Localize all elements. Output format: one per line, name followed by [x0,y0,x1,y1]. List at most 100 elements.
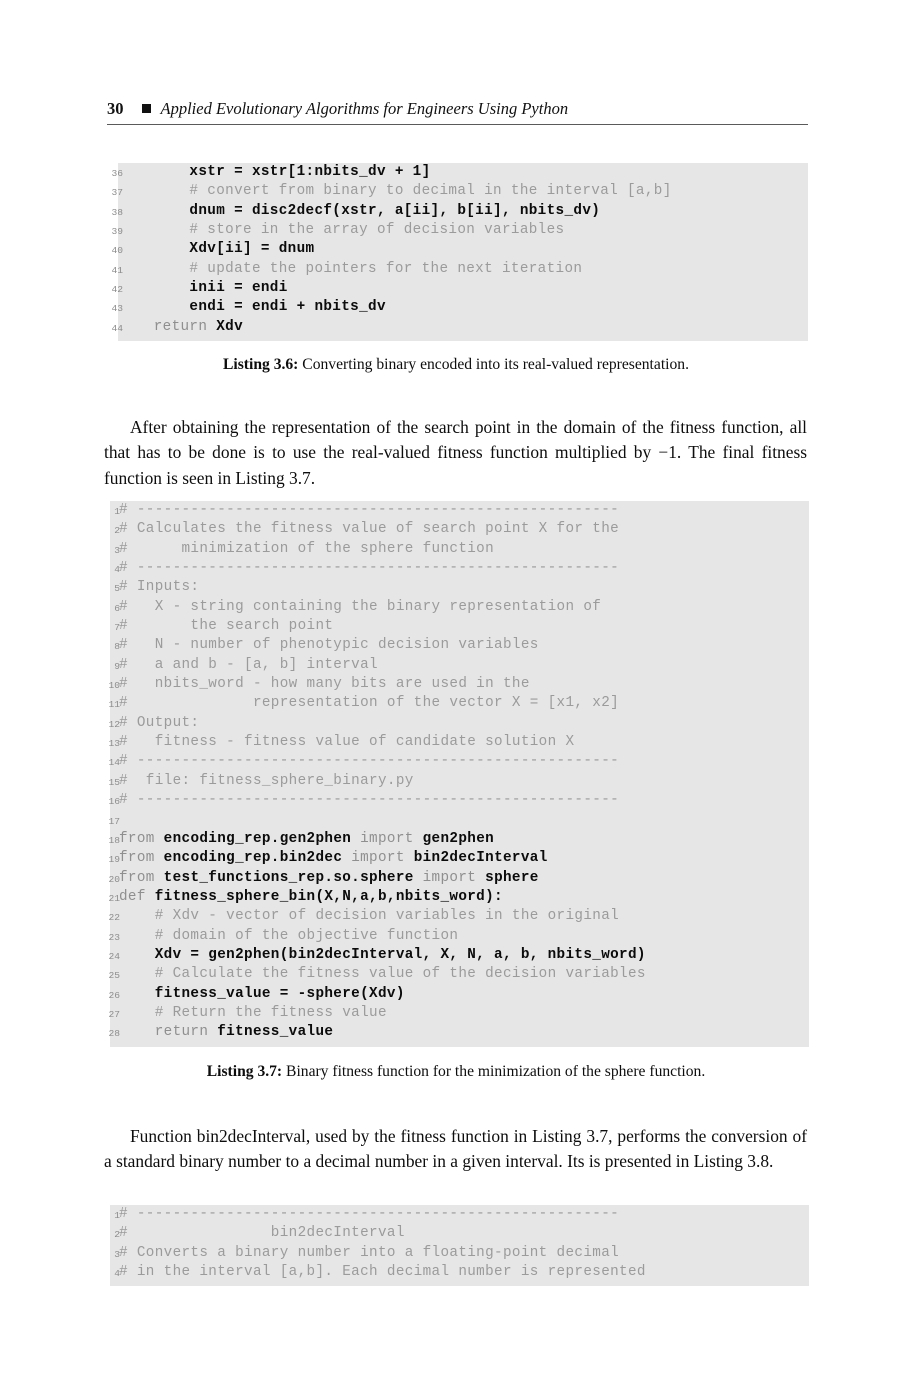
book-title: Applied Evolutionary Algorithms for Engi… [160,99,569,118]
line-number: 25 [108,970,120,982]
line-number: 24 [108,950,120,962]
page-number: 30 [107,99,124,118]
code-rows: 36 xstr = xstr[1:nbits_dv + 1] 37 # conve… [105,163,811,337]
line-number: 14 [108,757,120,769]
code-line: 4 # in the interval [a,b]. Each decimal n… [106,1263,812,1282]
code-line: 43 endi = endi + nbits_dv [105,298,811,317]
running-head: 30 Applied Evolutionary Algorithms for E… [107,99,807,125]
line-number: 22 [108,912,120,924]
code-token: gen2phen [422,830,495,847]
code-line: 1 # -------------------------------------… [106,1205,812,1224]
code-listing-3-6: 36 xstr = xstr[1:nbits_dv + 1] 37 # conve… [105,163,811,342]
code-line: 26 fitness_value = -sphere(Xdv) [106,985,812,1004]
code-line-text: # Xdv - vector of decision variables in … [119,907,619,926]
caption-listing-3-6: Listing 3.6: Converting binary encoded i… [104,356,808,374]
code-line: 5 # Inputs: [106,578,812,597]
code-line-text: from test_functions_rep.so.sphere import… [119,869,539,888]
code-keyword: import [360,830,423,847]
code-comment: # fitness - fitness value of candidate s… [119,734,575,751]
code-comment: # --------------------------------------… [119,560,620,577]
code-comment: # X - string containing the binary repre… [119,598,602,615]
line-number: 23 [108,931,120,943]
line-number: 9 [114,660,120,672]
code-comment: # in the interval [a,b]. Each decimal nu… [119,1264,646,1281]
line-number: 1 [114,506,120,517]
code-token: test_functions_rep.so.sphere [163,869,423,886]
code-line: 24 Xdv = gen2phen(bin2decInterval, X, N,… [106,946,812,965]
code-keyword: def [119,888,155,905]
code-token: encoding_rep.gen2phen [163,830,361,847]
caption-text: Converting binary encoded into its real-… [298,356,689,373]
code-keyword: import [351,850,414,867]
paragraph-after-listing-3-6: After obtaining the representation of th… [104,415,807,491]
code-line: 12 # Output: [106,714,812,733]
paragraph-after-listing-3-7: Function bin2decInterval, used by the fi… [104,1124,807,1175]
line-number: 12 [108,718,120,730]
code-comment: # a and b - [a, b] interval [119,656,378,673]
line-number: 4 [114,1268,120,1280]
code-line: 2 # bin2decInterval [106,1224,812,1243]
code-line-text: # file: fitness_sphere_binary.py [119,772,414,791]
paragraph-text: Function bin2decInterval, used by the fi… [104,1126,807,1172]
code-comment: # Calculates the fitness value of search… [119,521,620,538]
code-line-text: xstr = xstr[1:nbits_dv + 1] [118,163,431,182]
code-comment: # nbits_word - how many bits are used in… [119,676,530,693]
code-comment: # Return the fitness value [119,1004,387,1021]
code-token: sphere [485,869,539,886]
code-comment: # Output: [119,714,200,731]
code-line: 23 # domain of the objective function [106,927,812,946]
code-listing-3-7: 1 # -------------------------------------… [106,501,812,1047]
code-token: fitness_sphere_bin(X,N,a,b,nbits_word): [154,888,503,905]
line-number: 28 [108,1028,120,1040]
code-line: 9 # a and b - [a, b] interval [106,656,812,675]
code-line: 37 # convert from binary to decimal in t… [105,182,811,201]
code-token: inii = endi [118,280,288,297]
line-number: 16 [108,796,120,808]
caption-label: Listing 3.7: [206,1063,283,1080]
line-number: 13 [108,738,120,750]
black-square-icon [141,104,151,113]
code-line: 28 return fitness_value [106,1023,812,1042]
code-line: 39 # store in the array of decision vari… [105,221,811,240]
code-line: 41 # update the pointers for the next it… [105,260,811,279]
code-line: 44 return Xdv [105,318,811,337]
code-line: 15 # file: fitness_sphere_binary.py [106,772,812,791]
line-number: 1 [114,1210,120,1221]
code-line-text: # the search point [119,617,333,636]
code-line: 20 from test_functions_rep.so.sphere impo… [106,869,812,888]
code-line: 11 # representation of the vector X = [x1… [106,694,812,713]
code-comment: # update the pointers for the next itera… [118,260,583,277]
code-line: 22 # Xdv - vector of decision variables … [106,907,812,926]
code-line-text: # Calculates the fitness value of search… [119,520,619,539]
code-line: 19 from encoding_rep.bin2dec import bin2d… [106,849,812,868]
line-number: 6 [114,602,120,614]
caption-listing-3-7: Listing 3.7: Binary fitness function for… [104,1063,808,1081]
code-line-text: endi = endi + nbits_dv [118,298,386,317]
code-line: 3 # Converts a binary number into a float… [106,1244,812,1263]
code-line-text: # representation of the vector X = [x1, … [119,694,619,713]
line-number: 15 [108,776,120,788]
line-number: 5 [114,583,120,595]
code-token: fitness_value = -sphere(Xdv) [119,985,405,1002]
code-comment: # Inputs: [119,579,200,596]
code-line-text: # nbits_word - how many bits are used in… [119,675,530,694]
code-line-text: # --------------------------------------… [119,1205,619,1224]
code-token: encoding_rep.bin2dec [163,850,352,867]
caption-text: Binary fitness function for the minimiza… [282,1063,706,1080]
code-line-text: from encoding_rep.bin2dec import bin2dec… [119,849,548,868]
code-token: xstr = xstr[1:nbits_dv + 1] [118,164,431,180]
code-line-text: # fitness - fitness value of candidate s… [119,733,574,752]
code-keyword: from [119,850,164,867]
code-token: Xdv[ii] = dnum [118,241,315,258]
line-number: 8 [114,641,120,653]
code-comment: # representation of the vector X = [x1, … [119,695,620,712]
line-number: 2 [114,525,120,537]
line-number: 3 [114,544,120,556]
code-line-text: # in the interval [a,b]. Each decimal nu… [119,1263,646,1282]
code-line: 36 xstr = xstr[1:nbits_dv + 1] [105,163,811,182]
code-line: 3 # minimization of the sphere function [106,540,812,559]
code-comment: # bin2decInterval [119,1225,405,1242]
code-line: 8 # N - number of phenotypic decision var… [106,636,812,655]
code-line-text: # convert from binary to decimal in the … [118,182,672,201]
code-line-text: inii = endi [118,279,288,298]
